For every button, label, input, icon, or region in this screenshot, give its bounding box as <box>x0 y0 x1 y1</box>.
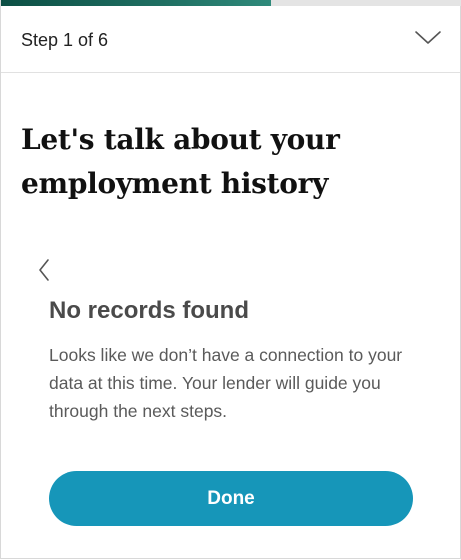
step-indicator: Step 1 of 6 <box>21 30 109 50</box>
header: Step 1 of 6 <box>1 6 460 73</box>
done-button[interactable]: Done <box>49 471 413 526</box>
chevron-left-icon <box>39 259 49 281</box>
employment-history-panel: Step 1 of 6 Let's talk about your employ… <box>0 0 461 559</box>
status-message: Looks like we don’t have a connection to… <box>49 345 403 421</box>
collapse-toggle-button[interactable] <box>413 26 443 50</box>
status-heading: No records found <box>49 297 250 324</box>
back-button[interactable] <box>35 256 55 284</box>
chevron-down-icon <box>415 31 441 44</box>
page-title: Let's talk about your employment history <box>21 123 340 200</box>
